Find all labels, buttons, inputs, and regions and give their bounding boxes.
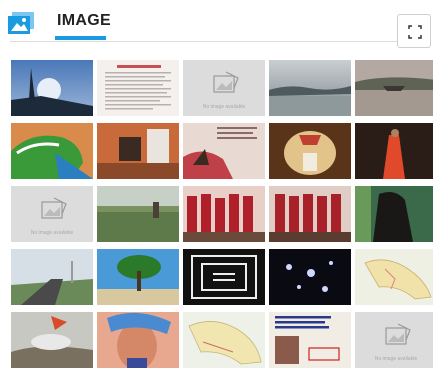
active-tab-indicator <box>55 36 106 40</box>
image-gallery-icon <box>8 12 36 36</box>
placeholder-label: No image available <box>30 230 74 236</box>
image-placeholder[interactable]: No image available <box>355 312 433 368</box>
image-thumbnail[interactable] <box>269 186 351 242</box>
broken-image-icon <box>41 197 67 219</box>
broken-image-icon <box>213 71 239 93</box>
image-thumbnail[interactable] <box>97 249 179 305</box>
image-thumbnail[interactable] <box>269 312 351 368</box>
image-thumbnail[interactable] <box>11 60 93 116</box>
image-thumbnail[interactable] <box>355 123 433 179</box>
divider <box>10 41 400 42</box>
broken-image-icon <box>385 323 411 345</box>
image-placeholder[interactable]: No image available <box>183 60 265 116</box>
image-thumbnail[interactable] <box>269 123 351 179</box>
placeholder-label: No image available <box>374 356 418 362</box>
page-title: IMAGE <box>57 12 111 29</box>
image-thumbnail[interactable] <box>183 312 265 368</box>
image-thumbnail[interactable] <box>11 249 93 305</box>
image-thumbnail[interactable] <box>97 123 179 179</box>
image-thumbnail[interactable] <box>97 312 179 368</box>
image-thumbnail[interactable] <box>97 60 179 116</box>
image-thumbnail[interactable] <box>183 123 265 179</box>
fullscreen-icon <box>408 25 422 39</box>
image-thumbnail[interactable] <box>183 186 265 242</box>
image-placeholder[interactable]: No image available <box>11 186 93 242</box>
image-thumbnail[interactable] <box>11 123 93 179</box>
fullscreen-button[interactable] <box>397 14 431 48</box>
image-thumbnail[interactable] <box>97 186 179 242</box>
image-thumbnail[interactable] <box>355 186 433 242</box>
image-thumbnail[interactable] <box>355 60 433 116</box>
image-thumbnail[interactable] <box>11 312 93 368</box>
placeholder-label: No image available <box>202 104 246 110</box>
image-thumbnail[interactable] <box>355 249 433 305</box>
panel-header: IMAGE <box>0 0 433 52</box>
image-grid: No image available No image available No… <box>11 60 433 371</box>
image-thumbnail[interactable] <box>269 249 351 305</box>
image-thumbnail[interactable] <box>269 60 351 116</box>
image-thumbnail[interactable] <box>183 249 265 305</box>
